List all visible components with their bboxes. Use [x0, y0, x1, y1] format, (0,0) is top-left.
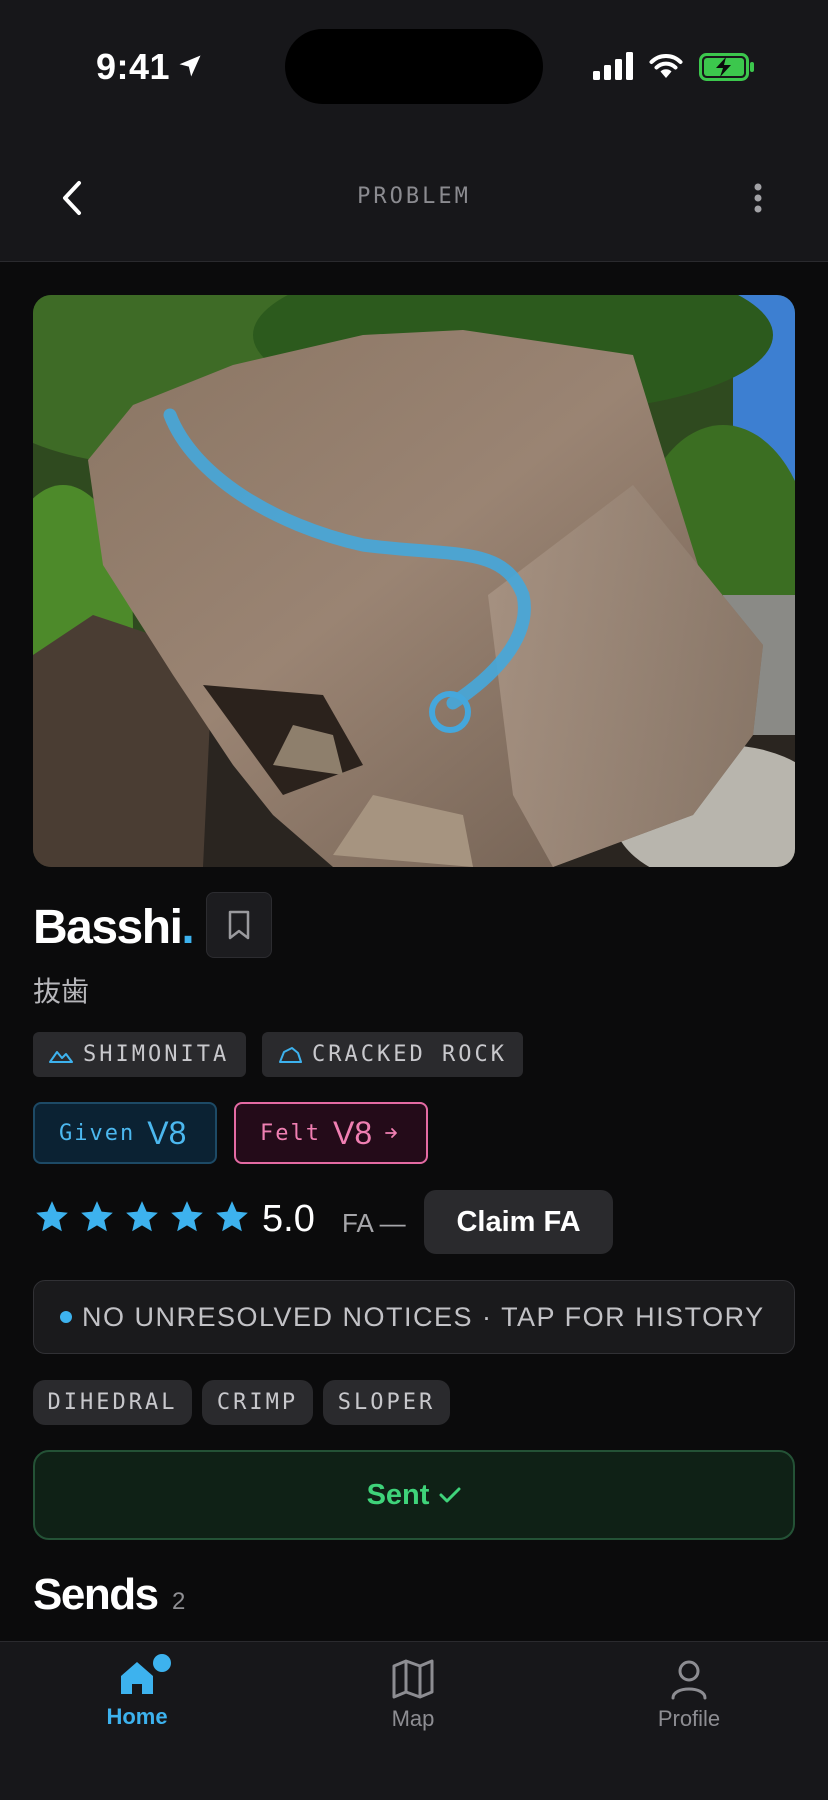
problem-name: Basshi. [33, 900, 195, 955]
tab-home-label: Home [106, 1704, 168, 1729]
star-icon[interactable] [123, 1198, 161, 1236]
user-icon [671, 1660, 707, 1700]
bookmark-icon [228, 910, 250, 940]
notice-status-dot [60, 1311, 72, 1323]
felt-grade-label: Felt [260, 1120, 321, 1146]
sent-button[interactable]: Sent [33, 1450, 795, 1540]
tab-home[interactable]: Home [57, 1654, 217, 1730]
area-chip[interactable]: SHIMONITA [33, 1032, 246, 1077]
more-options-button[interactable] [744, 178, 772, 218]
tab-bar: Home Map Profile [0, 1641, 828, 1800]
star-icon[interactable] [213, 1198, 251, 1236]
boulder-photo [33, 295, 795, 867]
mountain-icon [49, 1050, 73, 1063]
sends-heading: Sends [33, 1570, 159, 1619]
tab-map[interactable]: Map [333, 1658, 493, 1732]
given-grade-badge: Given V8 [33, 1102, 217, 1164]
notices-banner[interactable]: NO UNRESOLVED NOTICES · TAP FOR HISTORY [33, 1280, 795, 1354]
problem-japanese-name: 抜歯 [33, 976, 90, 1007]
tag-label: DIHEDRAL [47, 1390, 178, 1415]
page-title: PROBLEM [357, 184, 471, 209]
star-icon[interactable] [78, 1198, 116, 1236]
dynamic-island [285, 29, 543, 104]
status-time: 9:41 [96, 46, 171, 87]
notification-dot [153, 1654, 171, 1672]
tag-label: SLOPER [337, 1390, 436, 1415]
star-icon[interactable] [33, 1198, 71, 1236]
map-icon [392, 1659, 434, 1699]
boulder-chip[interactable]: CRACKED ROCK [262, 1032, 523, 1077]
arrow-right-icon [385, 1128, 398, 1138]
problem-photo[interactable] [33, 295, 795, 867]
star-icon[interactable] [168, 1198, 206, 1236]
bookmark-button[interactable] [206, 892, 272, 958]
cellular-signal-icon [593, 52, 633, 80]
tag-dihedral[interactable]: DIHEDRAL [33, 1380, 192, 1425]
home-icon [121, 1662, 153, 1694]
area-name: SHIMONITA [83, 1042, 230, 1067]
problem-name-text: Basshi [33, 901, 183, 954]
given-grade-value: V8 [147, 1114, 187, 1151]
given-grade-label: Given [59, 1120, 136, 1146]
checkmark-icon [439, 1487, 461, 1503]
star-rating[interactable] [33, 1198, 251, 1236]
tag-sloper[interactable]: SLOPER [323, 1380, 450, 1425]
wifi-icon [649, 54, 683, 78]
claim-fa-button[interactable]: Claim FA [424, 1190, 613, 1254]
boulder-name: CRACKED ROCK [312, 1042, 507, 1067]
problem-name-accent: . [181, 901, 194, 954]
tab-profile-label: Profile [657, 1706, 721, 1731]
felt-grade-value: V8 [332, 1114, 373, 1151]
battery-charging-icon [699, 53, 754, 81]
tag-crimp[interactable]: CRIMP [202, 1380, 313, 1425]
location-arrow-icon [179, 55, 201, 77]
tab-profile[interactable]: Profile [609, 1658, 769, 1732]
sends-count: 2 [172, 1588, 186, 1615]
felt-grade-button[interactable]: Felt V8 [234, 1102, 428, 1164]
rating-value: 5.0 [262, 1198, 315, 1240]
sent-label: Sent [366, 1478, 430, 1511]
more-vertical-icon [754, 183, 762, 213]
tag-label: CRIMP [216, 1390, 299, 1415]
first-ascent-label: FA — [342, 1208, 406, 1238]
boulder-icon [279, 1046, 302, 1063]
notices-text: NO UNRESOLVED NOTICES · TAP FOR HISTORY [82, 1301, 765, 1332]
tab-map-label: Map [391, 1706, 435, 1731]
